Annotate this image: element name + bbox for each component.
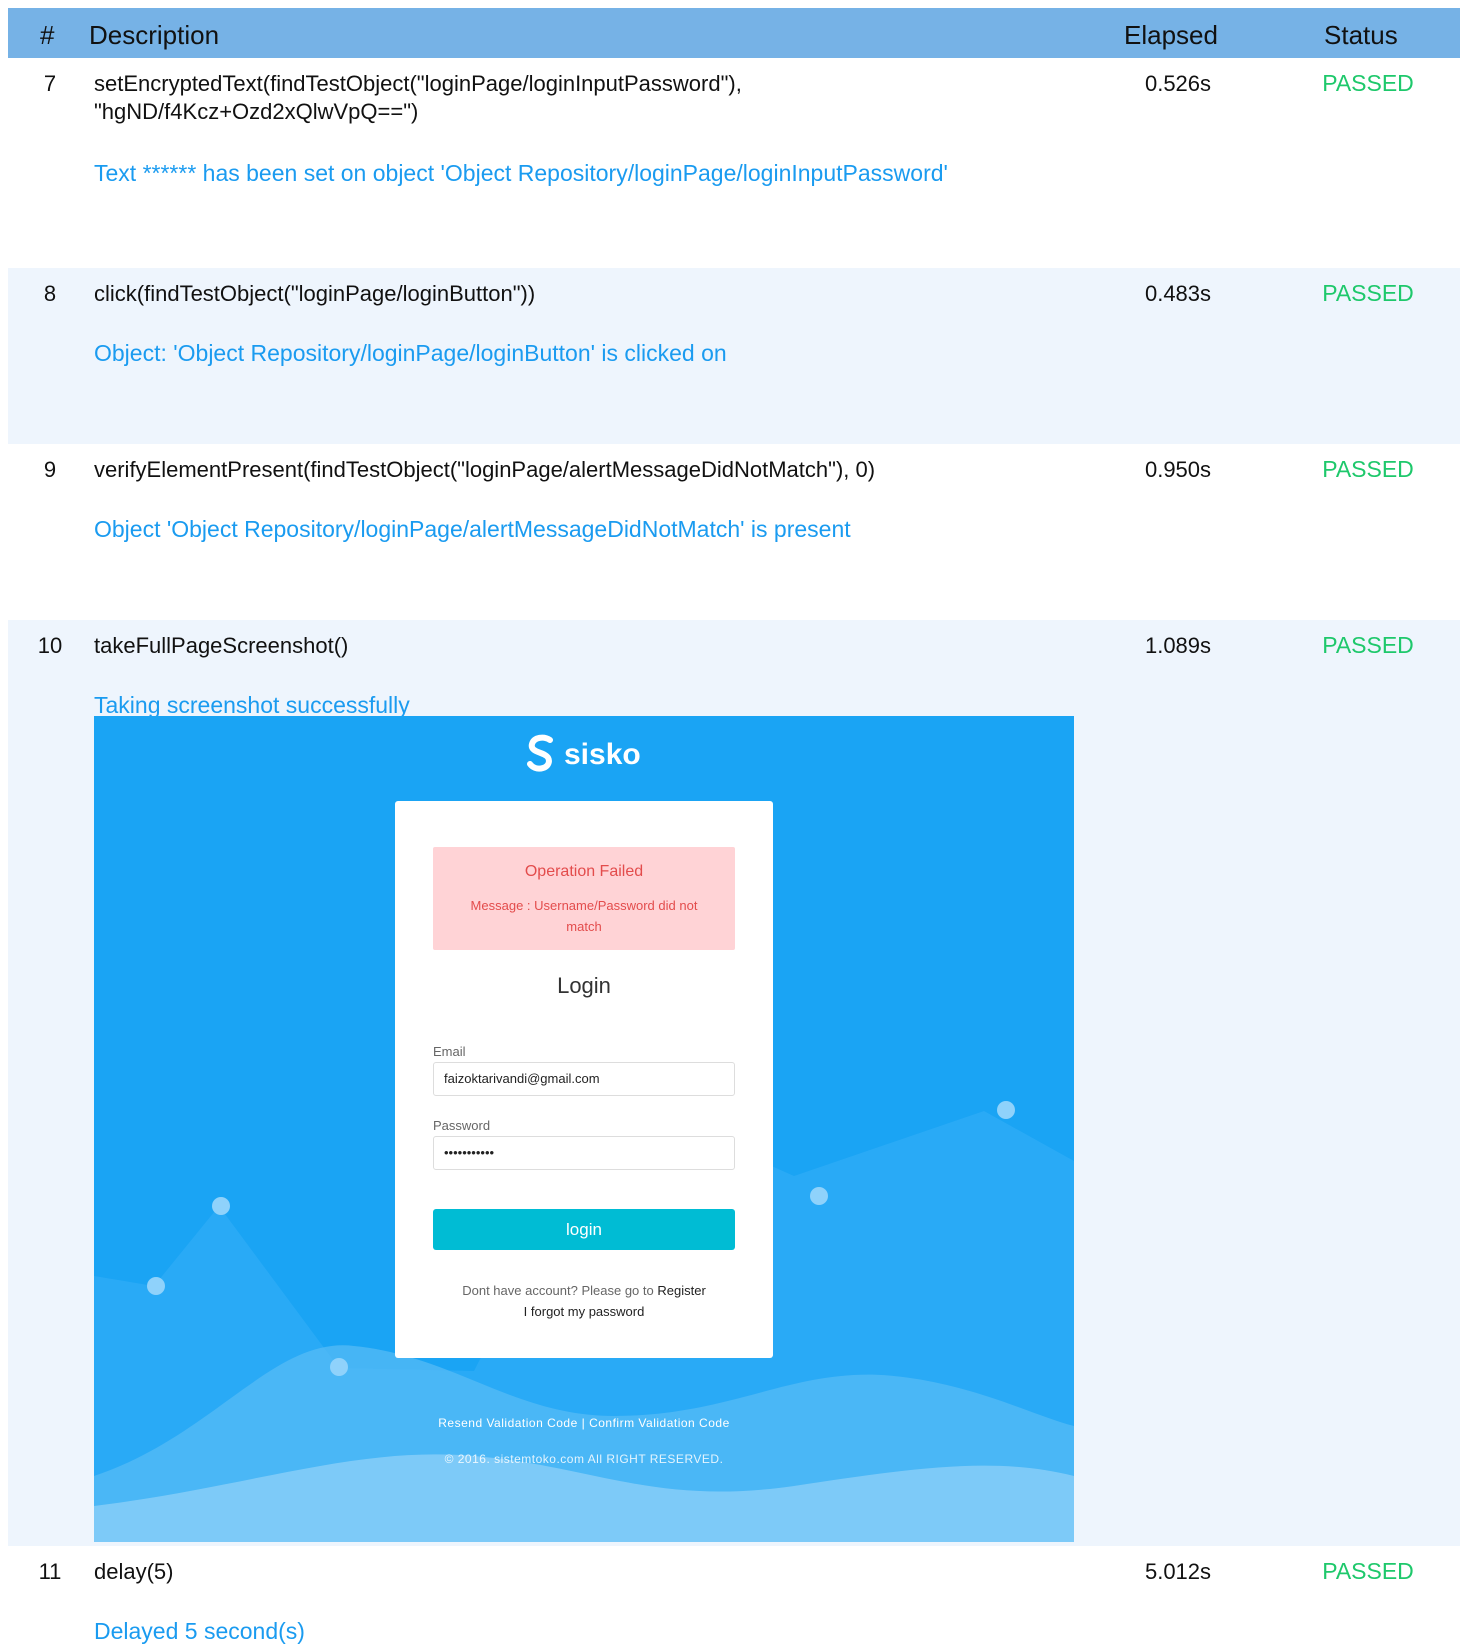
login-button: login [433, 1209, 735, 1250]
row-number: 10 [37, 633, 63, 658]
row-elapsed: 0.950s [1144, 457, 1212, 482]
row-message: Taking screenshot successfully [94, 692, 410, 718]
header-elapsed: Elapsed [1124, 20, 1218, 50]
table-row: 9 verifyElementPresent(findTestObject("l… [8, 444, 1460, 620]
row-description: verifyElementPresent(findTestObject("log… [94, 457, 876, 482]
register-text: Dont have account? Please go to Register [395, 1283, 773, 1298]
status-badge: PASSED [1322, 1558, 1414, 1584]
row-message: Object: 'Object Repository/loginPage/log… [94, 340, 727, 366]
register-prefix: Dont have account? Please go to [462, 1283, 658, 1298]
row-number: 8 [43, 281, 57, 306]
sisko-logo: sisko [526, 734, 656, 778]
password-field: ••••••••••• [433, 1136, 735, 1170]
header-status: Status [1324, 20, 1398, 50]
status-badge: PASSED [1322, 280, 1414, 306]
row-message: Object 'Object Repository/loginPage/aler… [94, 516, 851, 542]
row-description: delay(5) [94, 1559, 174, 1584]
row-message: Text ****** has been set on object 'Obje… [94, 160, 948, 186]
row-elapsed: 1.089s [1144, 633, 1212, 658]
sisko-logo-icon [527, 734, 553, 772]
row-elapsed: 0.483s [1144, 281, 1212, 306]
forgot-password-link: I forgot my password [523, 1304, 645, 1319]
register-link: Register [657, 1283, 706, 1298]
table-header: # Description Elapsed Status [8, 8, 1460, 58]
alert-message: Message : Username/Password did not matc… [470, 898, 698, 934]
footer-links: Resend Validation Code | Confirm Validat… [438, 1416, 730, 1430]
alert-title: Operation Failed [524, 863, 644, 880]
login-title: Login [557, 973, 611, 998]
table-row: 7 setEncryptedText(findTestObject("login… [8, 58, 1460, 268]
row-description: takeFullPageScreenshot() [94, 633, 349, 658]
email-field: faizoktarivandi@gmail.com [433, 1062, 735, 1096]
brand-name: sisko [564, 738, 641, 771]
email-label: Email [433, 1044, 466, 1059]
row-description: click(findTestObject("loginPage/loginBut… [94, 281, 536, 306]
status-badge: PASSED [1322, 632, 1414, 658]
row-elapsed: 0.526s [1144, 71, 1212, 96]
description-line: "hgND/f4Kcz+Ozd2xQlwVpQ==") [94, 99, 419, 124]
row-elapsed: 5.012s [1144, 1559, 1212, 1584]
header-description: Description [89, 20, 220, 50]
row-number: 7 [43, 71, 57, 96]
login-card: Operation Failed Message : Username/Pass… [395, 801, 773, 1358]
description-line: setEncryptedText(findTestObject("loginPa… [94, 71, 742, 96]
status-badge: PASSED [1322, 456, 1414, 482]
row-description: setEncryptedText(findTestObject("loginPa… [94, 70, 1044, 126]
footer-copyright: © 2016. sistemtoko.com All RIGHT RESERVE… [444, 1452, 724, 1466]
status-badge: PASSED [1322, 70, 1414, 96]
row-number: 9 [43, 457, 57, 482]
header-num: # [40, 20, 55, 50]
table-row: 11 delay(5) 5.012s PASSED Delayed 5 seco… [8, 1546, 1460, 1646]
password-label: Password [433, 1118, 491, 1133]
table-row: 8 click(findTestObject("loginPage/loginB… [8, 268, 1460, 444]
row-message: Delayed 5 second(s) [94, 1618, 305, 1644]
screenshot-image: sisko Operation Failed Message : Usernam… [94, 716, 1074, 1542]
row-number: 11 [38, 1559, 62, 1584]
error-alert: Operation Failed Message : Username/Pass… [433, 847, 735, 950]
